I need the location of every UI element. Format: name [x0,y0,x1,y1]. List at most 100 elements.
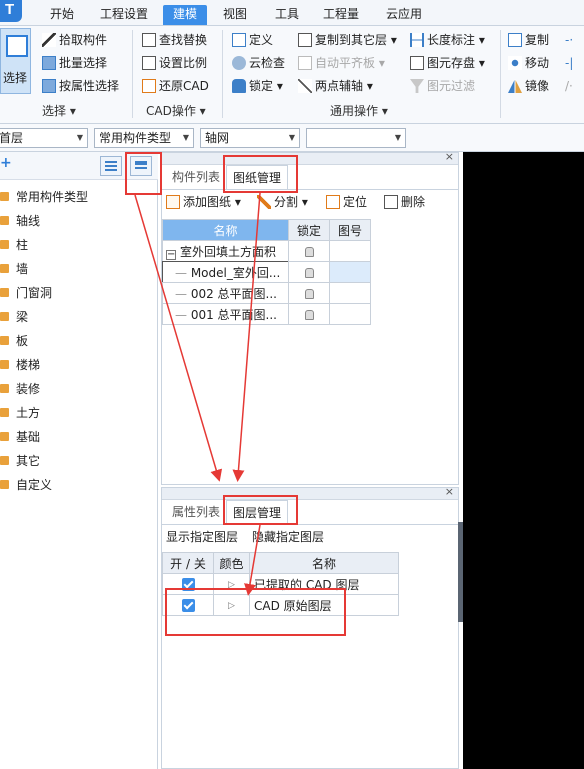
navigation-tree-panel: + 常用构件类型 轴线 柱 墙 门窗洞 梁 板 楼梯 装修 土方 基础 其它 自… [0,152,158,769]
column-header-on-off[interactable]: 开 / 关 [162,552,214,574]
lock-cell[interactable] [288,261,330,283]
folder-icon [0,456,9,465]
locate-button[interactable]: 定位 [326,192,367,212]
find-replace-button[interactable]: 查找替换 [142,30,207,50]
add-drawing-button[interactable]: 添加图纸 ▾ [166,192,241,212]
move-button[interactable]: 移动 [508,53,549,73]
lock-icon [232,79,246,93]
lock-cell[interactable] [288,282,330,304]
more-edit-icon[interactable]: -· [565,30,573,50]
tab-property-list[interactable]: 属性列表 [166,500,226,524]
add-icon[interactable]: + [0,155,12,171]
lock-cell[interactable] [288,303,330,325]
filter-icon [410,79,424,93]
folder-icon [0,312,9,321]
show-specified-layer-button[interactable]: 显示指定图层 [166,527,238,547]
drawing-number-cell[interactable] [329,261,371,283]
drawing-canvas[interactable] [463,152,584,769]
sub-component-select[interactable]: ▼ [306,128,406,148]
tab-quantity[interactable]: 工程量 [313,5,369,25]
pick-component-button[interactable]: 拾取构件 [42,30,107,50]
select-by-property-button[interactable]: 按属性选择 [42,76,119,96]
tree-item[interactable]: 梁 [0,306,28,328]
more-edit-icon[interactable]: -| [565,53,573,73]
mirror-button[interactable]: 镜像 [508,76,549,96]
drawing-number-cell[interactable] [329,282,371,304]
define-icon [232,33,246,47]
tree-item[interactable]: 柱 [0,234,28,256]
drawing-number-cell[interactable] [329,240,371,262]
lock-cell[interactable] [288,240,330,262]
tree-item[interactable]: 板 [0,330,28,352]
tab-tools[interactable]: 工具 [265,5,309,25]
list-view-button[interactable] [100,156,122,176]
ribbon: 选择 拾取构件 批量选择 按属性选择 选择 ▾ 查找替换 设置比例 还原CAD … [0,26,584,124]
floor-select[interactable]: 首层 ▼ [0,128,88,148]
lock-icon [304,310,314,320]
column-header-lock[interactable]: 锁定 [288,219,330,241]
folder-icon [0,336,9,345]
tree-item[interactable]: 土方 [0,402,40,424]
lock-button[interactable]: 锁定 ▾ [232,76,283,96]
batch-select-button[interactable]: 批量选择 [42,53,107,73]
tree-item[interactable]: 基础 [0,426,40,448]
folder-icon [0,360,9,369]
tree-item[interactable]: 楼梯 [0,354,40,376]
table-row[interactable]: — Model_室外回... [162,261,289,283]
property-select-icon [42,79,56,93]
folder-icon [0,192,9,201]
table-row[interactable]: — 002 总平面图... [162,282,289,304]
copy-to-other-floor-button[interactable]: 复制到其它层 ▾ [298,30,397,50]
split-icon [257,195,271,209]
table-row[interactable]: − 室外回填土方面积 [162,240,289,262]
tab-component-list[interactable]: 构件列表 [166,165,226,189]
component-type-select[interactable]: 常用构件类型 ▼ [94,128,194,148]
restore-cad-button[interactable]: 还原CAD [142,76,209,96]
auto-align-slab-button[interactable]: 自动平齐板 ▾ [298,53,385,73]
component-select[interactable]: 轴网 ▼ [200,128,300,148]
cloud-icon [232,56,246,70]
column-header-drawing-number[interactable]: 图号 [329,219,371,241]
tab-project-settings[interactable]: 工程设置 [90,5,158,25]
close-icon[interactable]: × [445,485,454,498]
define-button[interactable]: 定义 [232,30,273,50]
tree-item[interactable]: 轴线 [0,210,40,232]
column-header-color[interactable]: 颜色 [213,552,250,574]
cloud-check-button[interactable]: 云检查 [232,53,285,73]
more-edit-icon[interactable]: /· [565,76,573,96]
tab-modeling[interactable]: 建模 [163,5,208,25]
save-element-button[interactable]: 图元存盘 ▾ [410,53,485,73]
delete-button[interactable]: 删除 [384,192,425,212]
lock-icon [304,289,314,299]
column-header-name[interactable]: 名称 [162,219,289,241]
select-button[interactable]: 选择 [0,28,31,94]
folder-icon [0,480,9,489]
locate-icon [326,195,340,209]
tab-view[interactable]: 视图 [213,5,257,25]
folder-icon [0,432,9,441]
tree-item[interactable]: 常用构件类型 [0,186,88,208]
tree-item[interactable]: 自定义 [0,474,52,496]
two-point-axis-button[interactable]: 两点辅轴 ▾ [298,76,373,96]
length-dimension-button[interactable]: 长度标注 ▾ [410,30,485,50]
column-header-layer-name[interactable]: 名称 [249,552,399,574]
tree-item[interactable]: 装修 [0,378,40,400]
tree-item[interactable]: 门窗洞 [0,282,52,304]
close-icon[interactable]: × [445,150,454,163]
tree-item[interactable]: 其它 [0,450,40,472]
drawing-number-cell[interactable] [329,303,371,325]
hide-specified-layer-button[interactable]: 隐藏指定图层 [252,527,324,547]
element-filter-button[interactable]: 图元过滤 [410,76,475,96]
annotation-highlight-box [223,495,298,525]
tree-item[interactable]: 墙 [0,258,28,280]
tab-start[interactable]: 开始 [40,5,84,25]
table-row[interactable]: — 001 总平面图... [162,303,289,325]
split-button[interactable]: 分割 ▾ [257,192,308,212]
collapse-icon[interactable]: − [166,250,176,260]
set-scale-button[interactable]: 设置比例 [142,53,207,73]
lock-icon [304,268,314,278]
drawing-management-panel: × 构件列表 图纸管理 添加图纸 ▾ 分割 ▾ 定位 删除 名称 锁定 图号 −… [161,150,459,485]
tab-cloud[interactable]: 云应用 [376,5,432,25]
copy-button[interactable]: 复制 [508,30,549,50]
chevron-down-icon: ▼ [394,133,401,142]
